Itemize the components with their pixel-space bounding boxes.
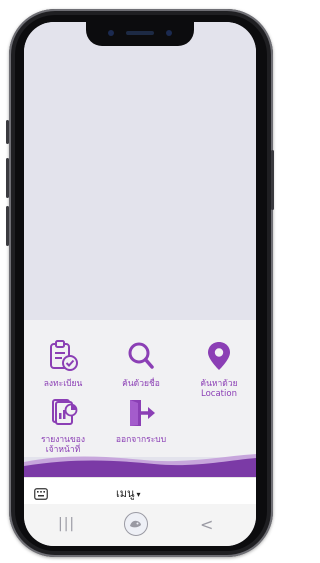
home-button-icon[interactable] (124, 512, 148, 536)
menu-item-register[interactable]: ลงทะเบียน (28, 340, 98, 389)
side-button-left-2 (6, 158, 9, 198)
report-chart-icon (28, 398, 98, 432)
menu-item-search-location[interactable]: ค้นหาด้วย Location (184, 340, 254, 399)
menu-item-officer-report[interactable]: รายงานของ เจ้าหน้าที่ (28, 398, 98, 455)
menu-item-logout[interactable]: ออกจากระบบ (106, 398, 176, 445)
logout-door-icon (106, 398, 176, 432)
bottom-menu-bar: เมนู ▾ (24, 477, 256, 504)
decorative-wave (24, 454, 256, 478)
menu-item-logout-label: ออกจากระบบ (115, 435, 167, 445)
content-area (24, 22, 256, 320)
clipboard-check-icon (28, 340, 98, 376)
caret-down-icon: ▾ (136, 490, 141, 499)
menu-item-search-location-label: ค้นหาด้วย Location (200, 379, 238, 399)
sensor-icon (166, 30, 172, 36)
front-camera-icon (108, 30, 114, 36)
notch (86, 22, 194, 46)
menu-toggle-label: เมนู (116, 487, 135, 500)
phone-screen: ลงทะเบียน ค้นด้วยชื่อ ค้นหาด้วย Location (24, 22, 256, 546)
search-icon (106, 340, 176, 376)
speaker-grille (126, 31, 154, 35)
menu-item-search-name[interactable]: ค้นด้วยชื่อ (106, 340, 176, 389)
keyboard-icon[interactable] (34, 485, 48, 504)
back-icon[interactable]: < (200, 515, 213, 534)
side-button-left-1 (6, 120, 9, 144)
location-pin-icon (184, 340, 254, 376)
menu-toggle-button[interactable]: เมนู ▾ (116, 484, 141, 502)
menu-item-search-name-label: ค้นด้วยชื่อ (122, 379, 160, 389)
side-button-left-3 (6, 206, 9, 246)
side-button-right (271, 150, 274, 210)
menu-panel: ลงทะเบียน ค้นด้วยชื่อ ค้นหาด้วย Location (24, 320, 256, 457)
menu-item-register-label: ลงทะเบียน (43, 379, 83, 389)
android-nav-bar: ||| < (24, 504, 256, 546)
recents-icon[interactable]: ||| (58, 516, 75, 532)
